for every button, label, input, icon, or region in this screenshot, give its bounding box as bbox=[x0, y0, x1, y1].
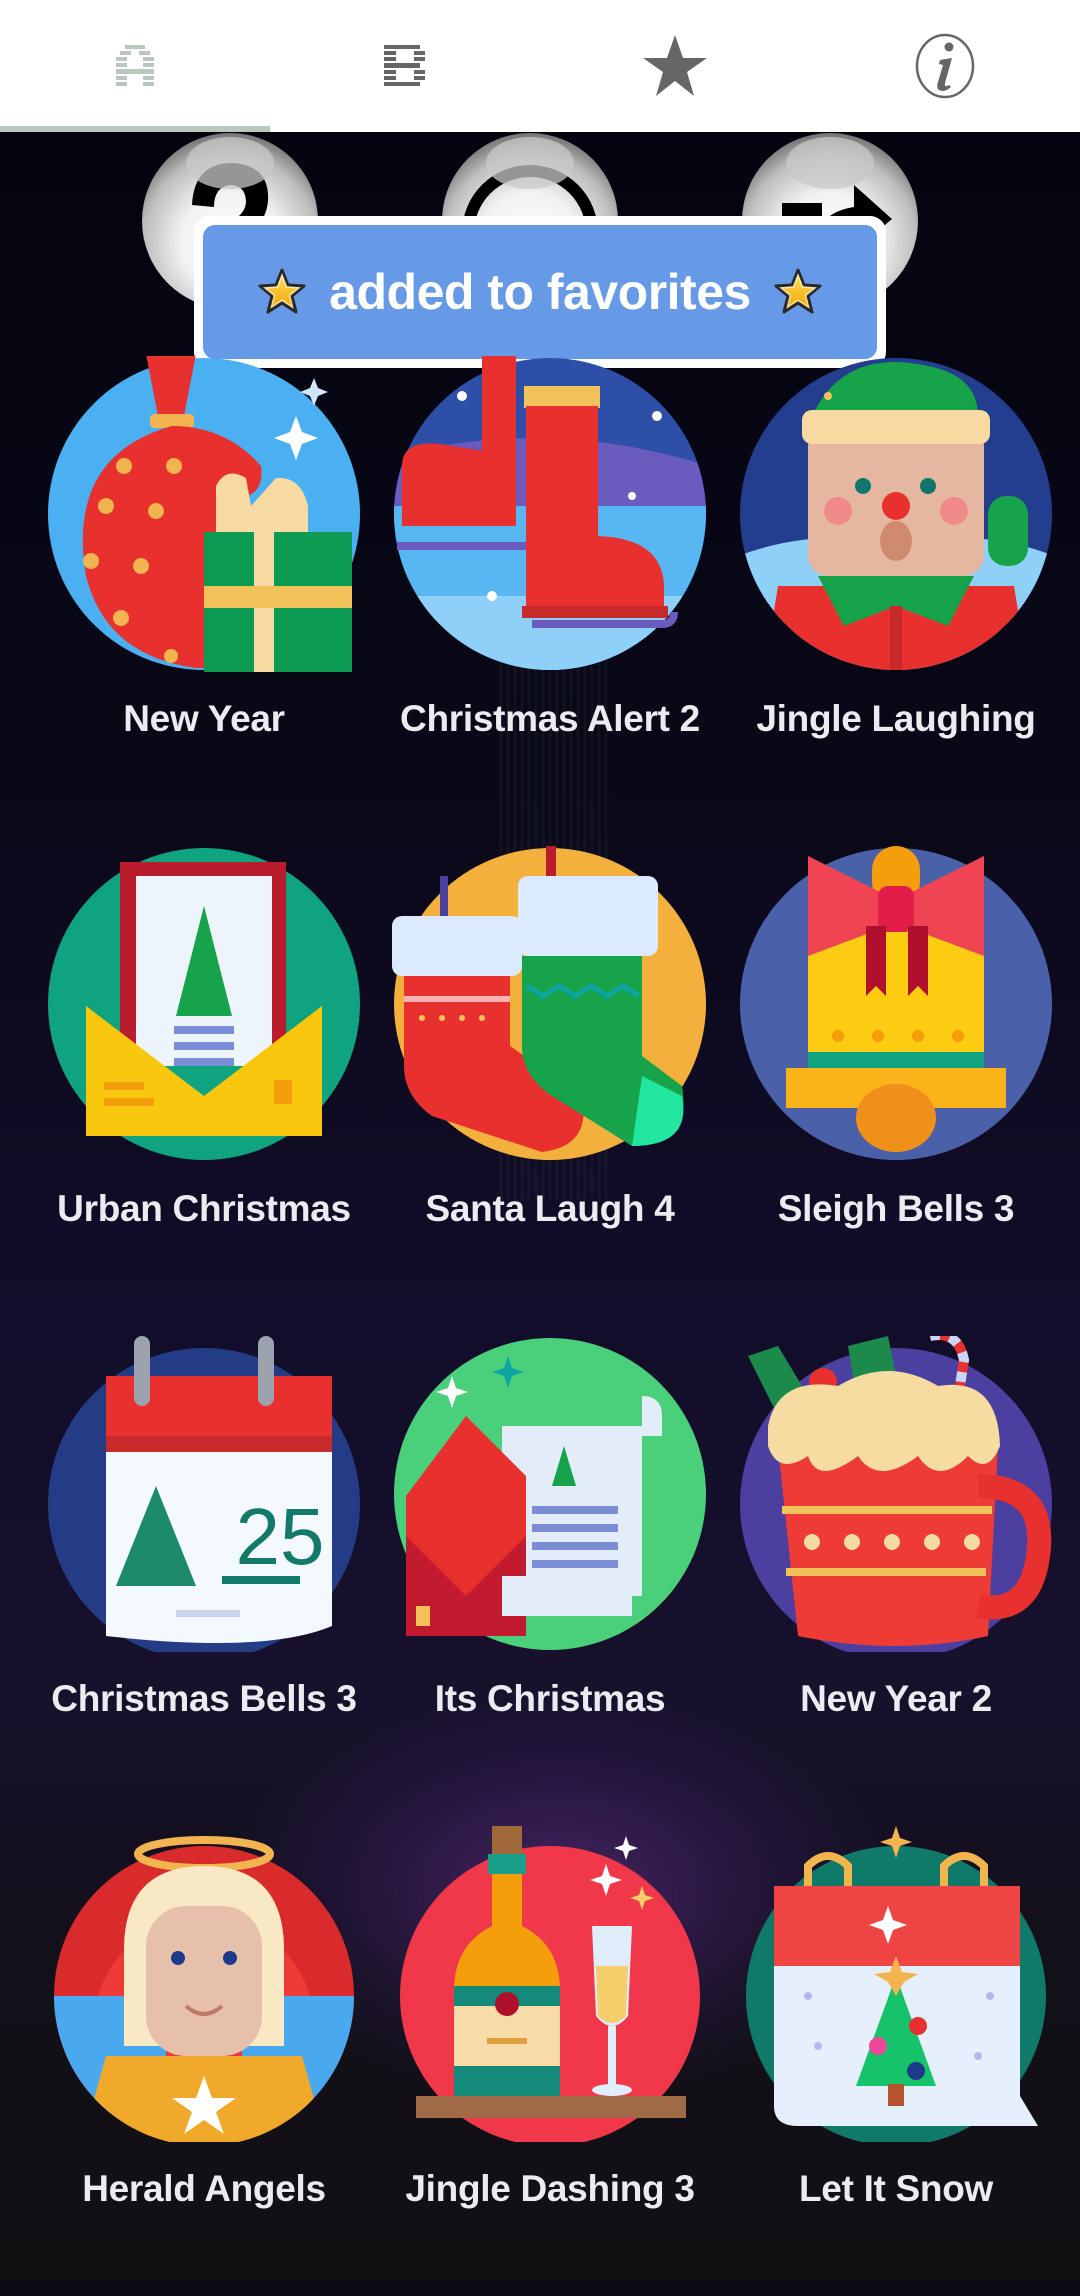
sound-label: Sleigh Bells 3 bbox=[777, 1188, 1015, 1229]
active-tab-indicator bbox=[0, 126, 270, 132]
sound-label: Christmas Alert 2 bbox=[400, 698, 700, 739]
tab-a[interactable] bbox=[0, 0, 270, 132]
sound-label: New Year bbox=[123, 698, 285, 739]
sound-tile[interactable]: Jingle Laughing bbox=[716, 336, 1076, 826]
hot-cocoa-icon bbox=[740, 1336, 1052, 1652]
sound-label: Urban Christmas bbox=[57, 1188, 351, 1229]
bell-icon bbox=[740, 846, 1052, 1160]
star-icon bbox=[643, 35, 707, 96]
sound-tile[interactable]: Sleigh Bells 3 bbox=[716, 826, 1076, 1316]
tab-bar bbox=[0, 0, 1080, 132]
sound-tile[interactable]: Herald Angels bbox=[24, 1806, 384, 2296]
sound-label: Santa Laugh 4 bbox=[425, 1188, 675, 1229]
sound-label: Let It Snow bbox=[798, 2168, 994, 2209]
sound-label: Jingle Dashing 3 bbox=[405, 2168, 695, 2209]
stockings-icon bbox=[392, 846, 706, 1160]
sound-tile[interactable]: New Year 2 bbox=[716, 1316, 1076, 1806]
advent-calendar-icon bbox=[746, 1826, 1046, 2142]
toast-message: added to favorites bbox=[329, 264, 751, 320]
sound-tile[interactable]: Let It Snow bbox=[716, 1806, 1076, 2296]
tab-favorites[interactable] bbox=[540, 0, 810, 132]
calendar-25-icon: 25 bbox=[48, 1336, 360, 1652]
sound-tile[interactable]: New Year bbox=[24, 336, 384, 826]
champagne-icon bbox=[400, 1826, 700, 2142]
christmas-card-icon bbox=[48, 848, 360, 1160]
sound-label: New Year 2 bbox=[800, 1678, 992, 1719]
tab-info[interactable] bbox=[810, 0, 1080, 132]
sound-label: Jingle Laughing bbox=[756, 698, 1036, 739]
tab-b[interactable] bbox=[270, 0, 540, 132]
letter-b-icon bbox=[384, 45, 425, 86]
sound-tile[interactable]: Christmas Alert 2 bbox=[370, 336, 730, 826]
svg-text:25: 25 bbox=[236, 1492, 325, 1581]
ice-skates-icon bbox=[394, 356, 706, 670]
elf-icon bbox=[740, 358, 1052, 670]
sound-tile[interactable]: 25 Christmas Bells 3 bbox=[24, 1316, 384, 1806]
sound-tile[interactable]: Its Christmas bbox=[370, 1316, 730, 1806]
sound-tile[interactable]: Urban Christmas bbox=[24, 826, 384, 1316]
sound-label: Christmas Bells 3 bbox=[51, 1678, 357, 1719]
gift-sack-icon bbox=[48, 356, 360, 672]
star-icon bbox=[258, 268, 306, 314]
sound-label: Herald Angels bbox=[82, 2168, 326, 2209]
letter-a-icon bbox=[116, 45, 154, 86]
angel-icon bbox=[54, 1836, 354, 2142]
star-icon bbox=[774, 268, 822, 314]
sound-label: Its Christmas bbox=[434, 1678, 666, 1719]
sound-tile[interactable]: Santa Laugh 4 bbox=[370, 826, 730, 1316]
letter-to-santa-icon bbox=[394, 1338, 706, 1650]
info-icon bbox=[915, 33, 975, 99]
sound-tile[interactable]: Jingle Dashing 3 bbox=[370, 1806, 730, 2296]
